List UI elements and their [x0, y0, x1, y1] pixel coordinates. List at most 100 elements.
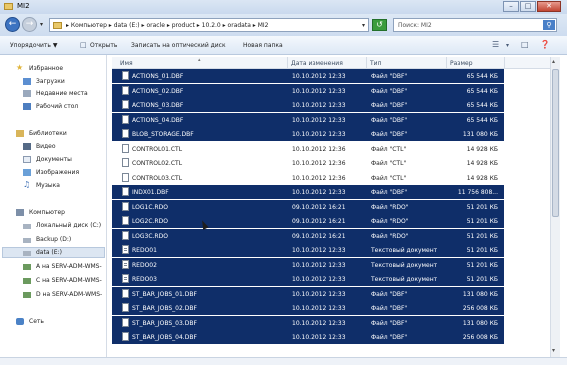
- search-input[interactable]: Поиск: MI2 ⚲: [393, 18, 557, 32]
- file-row[interactable]: LOG3C.RDO 09.10.2012 16:21 Файл "RDO" 51 20…: [112, 228, 504, 243]
- file-row[interactable]: REDO03 10.10.2012 12:33 Текстовый документ…: [112, 272, 504, 286]
- file-row[interactable]: LOG2C.RDO 09.10.2012 16:21 Файл "RDO" 51 20…: [112, 214, 504, 228]
- file-size: 51 201 КБ: [466, 276, 498, 283]
- scroll-up-icon[interactable]: ▴: [552, 58, 555, 65]
- refresh-button[interactable]: ↺: [372, 19, 387, 31]
- file-name: ST_BAR_JOBS_01.DBF: [132, 290, 197, 298]
- scroll-down-icon[interactable]: ▾: [552, 347, 555, 354]
- file-name: ACTIONS_04.DBF: [132, 116, 184, 124]
- drive-icon: [23, 251, 31, 256]
- file-name: REDO02: [132, 261, 157, 269]
- file-row[interactable]: ACTIONS_04.DBF 10.10.2012 12:33 Файл "DBF"…: [112, 112, 504, 127]
- file-type: Файл "RDO": [371, 218, 409, 225]
- file-size: 65 544 КБ: [466, 116, 498, 124]
- computer-icon: [16, 209, 24, 216]
- file-size: 256 008 КБ: [462, 305, 498, 312]
- file-row[interactable]: LOG1C.RDO 09.10.2012 16:21 Файл "RDO" 51 20…: [112, 199, 504, 214]
- file-date: 10.10.2012 12:33: [292, 189, 346, 196]
- file-date: 10.10.2012 12:33: [292, 102, 346, 109]
- file-name: INDX01.DBF: [132, 189, 169, 196]
- column-divider[interactable]: [366, 57, 367, 69]
- navigation-bar: ← → ▾ ▸ Компьютер ▸ data (E:) ▸ oracle ▸…: [0, 14, 567, 36]
- file-size: 65 544 КБ: [466, 102, 498, 109]
- view-options-icon[interactable]: ☰: [492, 40, 499, 49]
- file-size: 11 756 808...: [457, 189, 498, 196]
- file-icon: [122, 143, 129, 153]
- file-row[interactable]: CONTROL02.CTL 10.10.2012 12:36 Файл "CTL" 1…: [112, 156, 504, 170]
- forward-button[interactable]: →: [22, 17, 37, 32]
- file-size: 131 080 КБ: [462, 290, 498, 298]
- file-size: 14 928 КБ: [466, 174, 498, 182]
- column-divider[interactable]: [287, 57, 288, 69]
- file-name: REDO03: [132, 276, 157, 283]
- file-size: 51 201 КБ: [466, 232, 498, 240]
- open-icon: □: [80, 41, 87, 49]
- search-placeholder: Поиск: MI2: [398, 22, 432, 29]
- file-size: 256 008 КБ: [462, 334, 498, 341]
- sidebar-item-label: Музыка: [36, 182, 60, 189]
- file-type: Файл "CTL": [371, 145, 407, 153]
- column-header-name[interactable]: Имя: [120, 60, 133, 67]
- file-icon: [122, 129, 129, 138]
- file-date: 10.10.2012 12:33: [292, 131, 346, 138]
- file-row[interactable]: CONTROL03.CTL 10.10.2012 12:36 Файл "CTL" 1…: [112, 171, 504, 185]
- address-bar[interactable]: ▸ Компьютер ▸ data (E:) ▸ oracle ▸ produ…: [49, 18, 369, 32]
- file-row[interactable]: REDO02 10.10.2012 12:33 Текстовый документ…: [112, 257, 504, 272]
- column-divider[interactable]: [446, 57, 447, 69]
- minimize-button[interactable]: –: [503, 1, 519, 12]
- file-icon: [122, 332, 129, 341]
- file-type: Файл "DBF": [371, 290, 408, 298]
- search-icon[interactable]: ⚲: [543, 20, 555, 30]
- file-row[interactable]: CONTROL01.CTL 10.10.2012 12:36 Файл "CTL" 1…: [112, 142, 504, 156]
- file-row[interactable]: ACTIONS_03.DBF 10.10.2012 12:33 Файл "DBF"…: [112, 98, 504, 112]
- recent-pages-dropdown[interactable]: ▾: [40, 21, 43, 28]
- column-header-date[interactable]: Дата изменения: [291, 60, 343, 67]
- file-row[interactable]: ST_BAR_JOBS_02.DBF 10.10.2012 12:33 Файл "…: [112, 301, 504, 315]
- sidebar-item-label: Библиотеки: [29, 130, 67, 137]
- file-date: 10.10.2012 12:33: [292, 73, 346, 80]
- file-row[interactable]: ACTIONS_02.DBF 10.10.2012 12:33 Файл "DBF"…: [112, 83, 504, 98]
- organize-button[interactable]: Упорядочить ▼: [10, 42, 57, 49]
- column-header-type[interactable]: Тип: [370, 60, 382, 67]
- file-type: Файл "DBF": [371, 319, 408, 327]
- network-drive-icon: [23, 264, 31, 270]
- column-header-size[interactable]: Размер: [450, 60, 473, 67]
- preview-pane-icon[interactable]: □: [521, 40, 529, 49]
- file-row[interactable]: ST_BAR_JOBS_01.DBF 10.10.2012 12:33 Файл "…: [112, 286, 504, 301]
- sidebar-item-label: Недавние места: [36, 90, 88, 97]
- sidebar-item-label: Backup (D:): [36, 236, 72, 243]
- chevron-down-icon[interactable]: ▾: [506, 42, 509, 49]
- scrollbar-thumb[interactable]: [552, 69, 559, 217]
- new-folder-button[interactable]: Новая папка: [243, 42, 283, 49]
- sidebar-item-label: A на SERV-ADM-WMS-: [36, 263, 102, 270]
- help-icon[interactable]: ❓: [540, 40, 550, 49]
- sidebar-item-label: Документы: [36, 156, 72, 163]
- vertical-scrollbar[interactable]: ▴ ▾: [550, 57, 560, 357]
- file-size: 51 201 КБ: [466, 247, 498, 254]
- video-icon: [23, 143, 31, 150]
- file-row[interactable]: BLOB_STORAGE.DBF 10.10.2012 12:33 Файл "DB…: [112, 127, 504, 141]
- file-name: ACTIONS_03.DBF: [132, 102, 184, 109]
- documents-icon: [23, 156, 31, 163]
- file-row[interactable]: ACTIONS_01.DBF 10.10.2012 12:33 Файл "DBF"…: [112, 69, 504, 83]
- open-button[interactable]: Открыть: [90, 42, 117, 49]
- file-size: 14 928 КБ: [466, 145, 498, 153]
- file-name: REDO01: [132, 247, 157, 254]
- file-row[interactable]: REDO01 10.10.2012 12:33 Текстовый документ…: [112, 243, 504, 257]
- file-type: Файл "RDO": [371, 203, 409, 211]
- chevron-down-icon[interactable]: ▾: [362, 22, 365, 29]
- explorer-window: MI2 – □ ✕ ← → ▾ ▸ Компьютер ▸ data (E:) …: [0, 0, 567, 365]
- file-row[interactable]: ST_BAR_JOBS_04.DBF 10.10.2012 12:33 Файл "…: [112, 330, 504, 344]
- file-row[interactable]: ST_BAR_JOBS_03.DBF 10.10.2012 12:33 Файл "…: [112, 315, 504, 330]
- folder-icon: [53, 22, 62, 29]
- file-row[interactable]: INDX01.DBF 10.10.2012 12:33 Файл "DBF" 11 7…: [112, 185, 504, 199]
- file-icon: [122, 100, 129, 109]
- close-button[interactable]: ✕: [537, 1, 561, 12]
- sidebar-item-label: Компьютер: [29, 209, 65, 216]
- column-divider[interactable]: [504, 57, 505, 69]
- burn-button[interactable]: Записать на оптический диск: [131, 42, 226, 49]
- maximize-button[interactable]: □: [520, 1, 536, 12]
- file-date: 10.10.2012 12:33: [292, 261, 346, 269]
- back-button[interactable]: ←: [5, 17, 20, 32]
- file-name: ACTIONS_02.DBF: [132, 87, 184, 95]
